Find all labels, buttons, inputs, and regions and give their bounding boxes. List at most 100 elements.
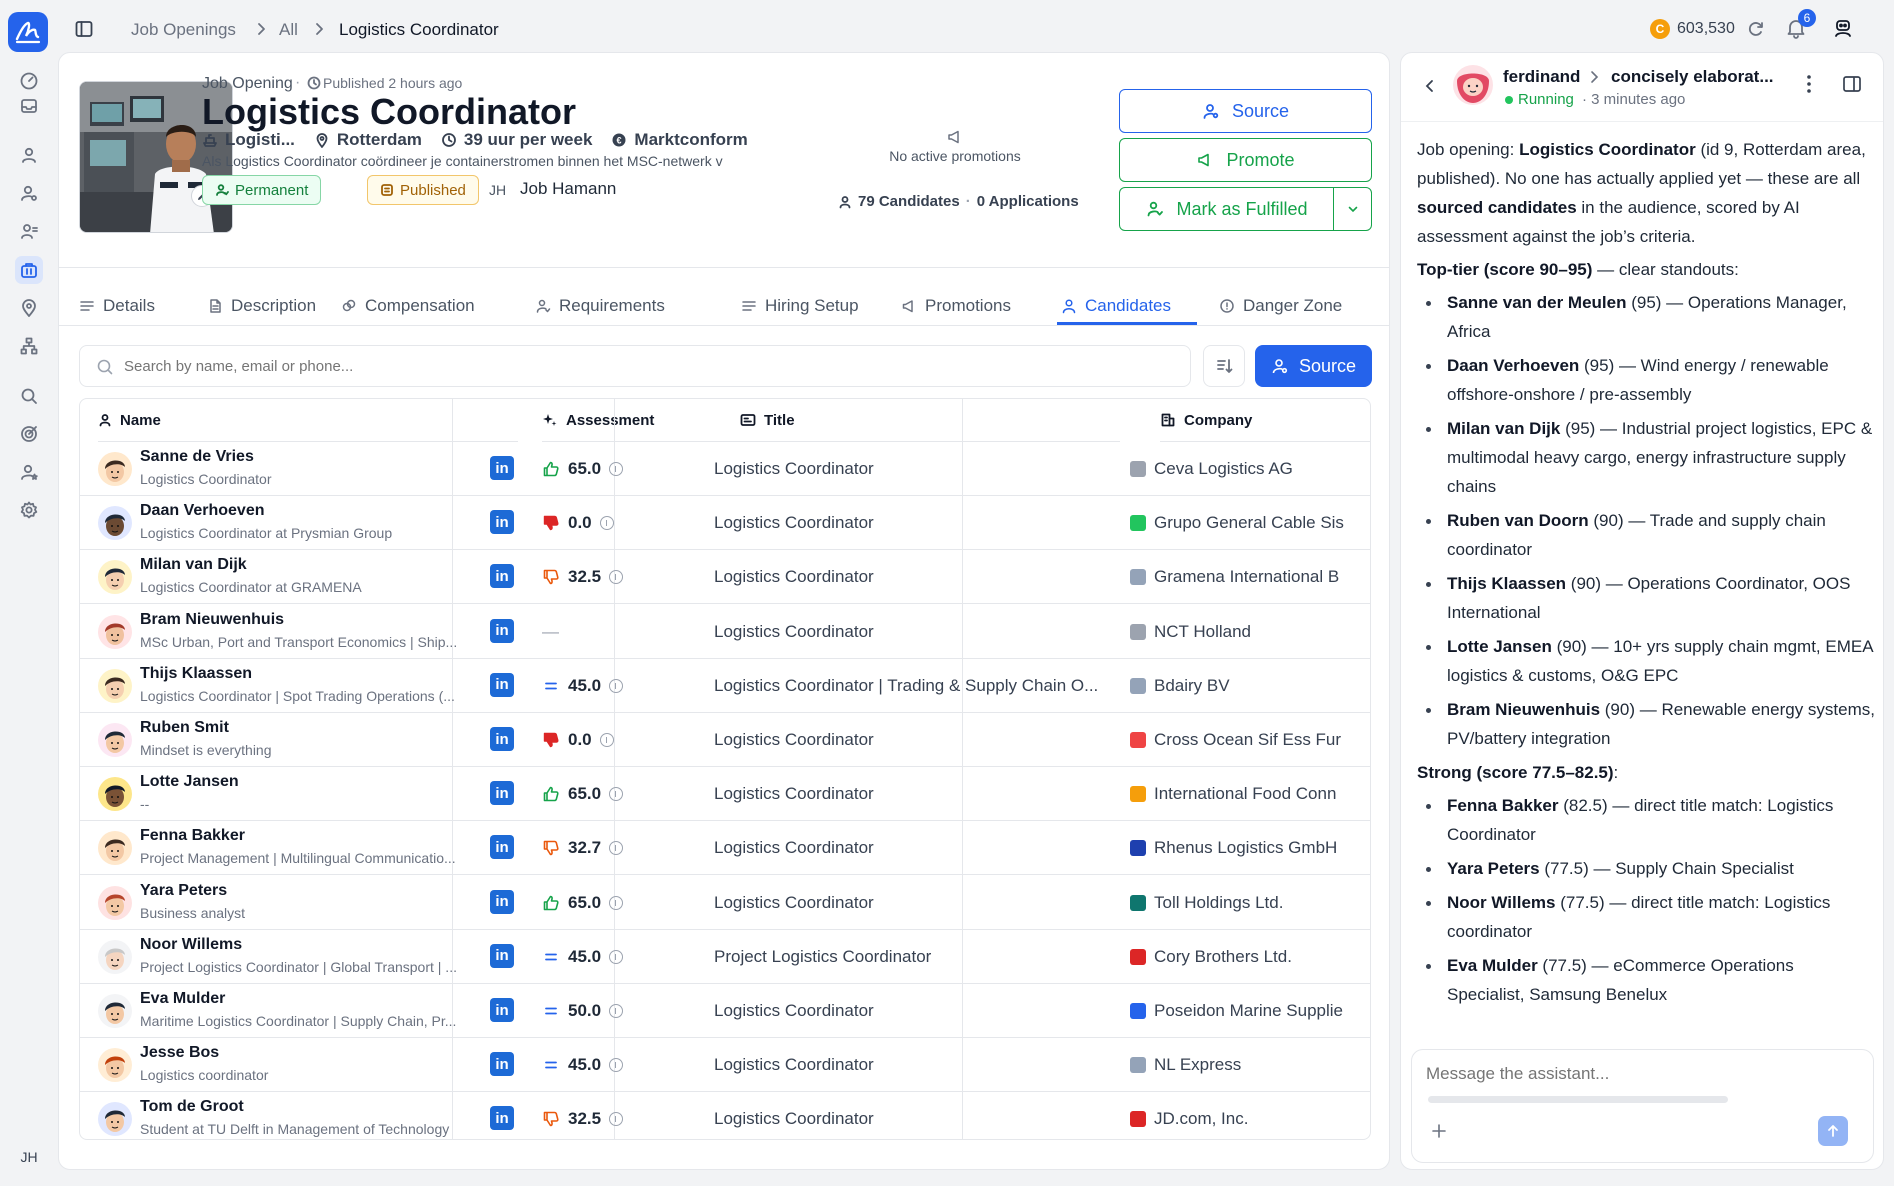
message-composer[interactable]: [1411, 1049, 1874, 1163]
table-row[interactable]: Daan Verhoeven Logistics Coordinator at P…: [80, 496, 1370, 551]
user-icon[interactable]: [15, 141, 43, 169]
linkedin-icon[interactable]: in: [490, 835, 514, 860]
linkedin-icon[interactable]: in: [490, 943, 514, 968]
app-logo[interactable]: [8, 12, 48, 52]
tab-description[interactable]: Description: [207, 286, 316, 326]
info-icon[interactable]: [609, 895, 624, 910]
table-row[interactable]: Tom de Groot Student at TU Delft in Manag…: [80, 1092, 1370, 1139]
table-row[interactable]: Yara Peters Business analyst in 65.0 Logisti…: [80, 876, 1370, 930]
table-row[interactable]: Ruben Smit Mindset is everything in 0.0 Logi…: [80, 713, 1370, 767]
collapse-panel-icon[interactable]: [1841, 73, 1863, 95]
agent-name[interactable]: ferdinand: [1503, 67, 1580, 87]
owner-name[interactable]: Job Hamann: [520, 179, 616, 199]
tab-danger-zone[interactable]: Danger Zone: [1219, 286, 1342, 326]
message-input[interactable]: [1426, 1062, 1846, 1086]
tab-hiring-setup[interactable]: Hiring Setup: [741, 286, 859, 326]
linkedin-icon[interactable]: in: [490, 510, 514, 535]
table-row[interactable]: Eva Mulder Maritime Logistics Coordinator…: [80, 984, 1370, 1038]
sort-button[interactable]: [1203, 345, 1245, 387]
candidate-name[interactable]: Fenna Bakker: [140, 827, 245, 845]
source-button[interactable]: Source: [1119, 89, 1372, 133]
breadcrumb-job-openings[interactable]: Job Openings: [131, 20, 236, 40]
table-row[interactable]: Milan van Dijk Logistics Coordinator at G…: [80, 550, 1370, 605]
table-row[interactable]: Jesse Bos Logistics coordinator in 45.0 Logi…: [80, 1038, 1370, 1093]
column-header-company[interactable]: Company: [1160, 399, 1370, 442]
candidate-name[interactable]: Jesse Bos: [140, 1044, 219, 1062]
tab-details[interactable]: Details: [79, 286, 155, 326]
info-icon[interactable]: [609, 462, 624, 476]
candidate-name[interactable]: Ruben Smit: [140, 719, 229, 737]
linkedin-icon[interactable]: in: [490, 781, 514, 806]
info-icon[interactable]: [609, 678, 624, 693]
linkedin-icon[interactable]: in: [490, 998, 514, 1022]
target-icon[interactable]: [15, 420, 43, 448]
linkedin-icon[interactable]: in: [490, 1052, 514, 1077]
linkedin-icon[interactable]: in: [490, 456, 514, 480]
user-search-icon[interactable]: [15, 179, 43, 207]
input-scrollbar[interactable]: [1428, 1096, 1728, 1103]
info-icon[interactable]: [609, 841, 624, 856]
tab-promotions[interactable]: Promotions: [901, 286, 1011, 326]
tab-requirements[interactable]: Requirements: [535, 286, 665, 326]
tab-candidates[interactable]: Candidates: [1061, 286, 1171, 326]
candidate-name[interactable]: Noor Willems: [140, 936, 242, 954]
candidate-name[interactable]: Tom de Groot: [140, 1098, 244, 1116]
fulfilled-menu-button[interactable]: [1333, 187, 1372, 231]
table-row[interactable]: Lotte Jansen -- in 65.0 Logistics Coordinato…: [80, 767, 1370, 822]
location-icon[interactable]: [15, 294, 43, 322]
linkedin-icon[interactable]: in: [490, 889, 514, 914]
briefcase-icon[interactable]: [15, 256, 43, 284]
info-icon[interactable]: [609, 787, 624, 802]
column-header-assessment[interactable]: Assessment: [542, 399, 742, 442]
users-list-icon[interactable]: [15, 217, 43, 245]
candidate-name[interactable]: Milan van Dijk: [140, 556, 247, 574]
info-icon[interactable]: [599, 733, 614, 747]
linkedin-icon[interactable]: in: [490, 672, 514, 697]
table-row[interactable]: Noor Willems Project Logistics Coordinato…: [80, 930, 1370, 984]
more-options-icon[interactable]: [1806, 73, 1812, 95]
info-icon[interactable]: [609, 949, 624, 964]
candidate-name[interactable]: Lotte Jansen: [140, 773, 239, 791]
user-star-icon[interactable]: [15, 458, 43, 486]
attach-icon[interactable]: [1430, 1122, 1448, 1140]
org-chart-icon[interactable]: [15, 332, 43, 360]
info-icon[interactable]: [609, 1004, 624, 1018]
search-icon[interactable]: [15, 382, 43, 410]
candidate-name[interactable]: Sanne de Vries: [140, 448, 254, 466]
info-icon[interactable]: [609, 1112, 624, 1127]
table-row[interactable]: Sanne de Vries Logistics Coordinator in 65.…: [80, 442, 1370, 496]
info-icon[interactable]: [609, 570, 624, 585]
candidate-name[interactable]: Daan Verhoeven: [140, 502, 265, 520]
table-row[interactable]: Fenna Bakker Project Management | Multili…: [80, 821, 1370, 876]
tab-compensation[interactable]: Compensation: [341, 286, 475, 326]
user-avatar[interactable]: JH: [9, 1140, 49, 1174]
candidate-name[interactable]: Yara Peters: [140, 882, 227, 900]
info-icon[interactable]: [609, 1058, 624, 1073]
candidate-name[interactable]: Eva Mulder: [140, 990, 225, 1008]
dashboard-icon[interactable]: [15, 67, 43, 95]
refresh-icon[interactable]: [1746, 19, 1766, 39]
search-input[interactable]: [124, 354, 1174, 378]
table-row[interactable]: Bram Nieuwenhuis MSc Urban, Port and Tran…: [80, 605, 1370, 659]
linkedin-icon[interactable]: in: [490, 564, 514, 589]
promote-button[interactable]: Promote: [1119, 138, 1372, 182]
linkedin-icon[interactable]: in: [490, 727, 514, 751]
back-icon[interactable]: [1421, 77, 1439, 95]
inbox-icon[interactable]: [15, 92, 43, 120]
send-button[interactable]: [1818, 1116, 1848, 1146]
column-header-title[interactable]: Title: [740, 399, 1120, 442]
table-row[interactable]: Thijs Klaassen Logistics Coordinator | Sp…: [80, 659, 1370, 713]
candidate-name[interactable]: Bram Nieuwenhuis: [140, 611, 284, 629]
thread-title[interactable]: concisely elaborat...: [1611, 67, 1774, 87]
breadcrumb-all[interactable]: All: [279, 20, 298, 40]
column-header-name[interactable]: Name: [98, 399, 518, 442]
mark-fulfilled-button[interactable]: Mark as Fulfilled: [1119, 187, 1335, 231]
settings-icon[interactable]: [15, 496, 43, 524]
candidate-name[interactable]: Thijs Klaassen: [140, 665, 252, 683]
assistant-icon[interactable]: [1832, 17, 1854, 39]
source-candidates-button[interactable]: Source: [1255, 345, 1372, 387]
linkedin-icon[interactable]: in: [490, 618, 514, 643]
search-field[interactable]: [79, 345, 1191, 387]
linkedin-icon[interactable]: in: [490, 1106, 514, 1131]
sidebar-toggle-icon[interactable]: [74, 19, 94, 39]
